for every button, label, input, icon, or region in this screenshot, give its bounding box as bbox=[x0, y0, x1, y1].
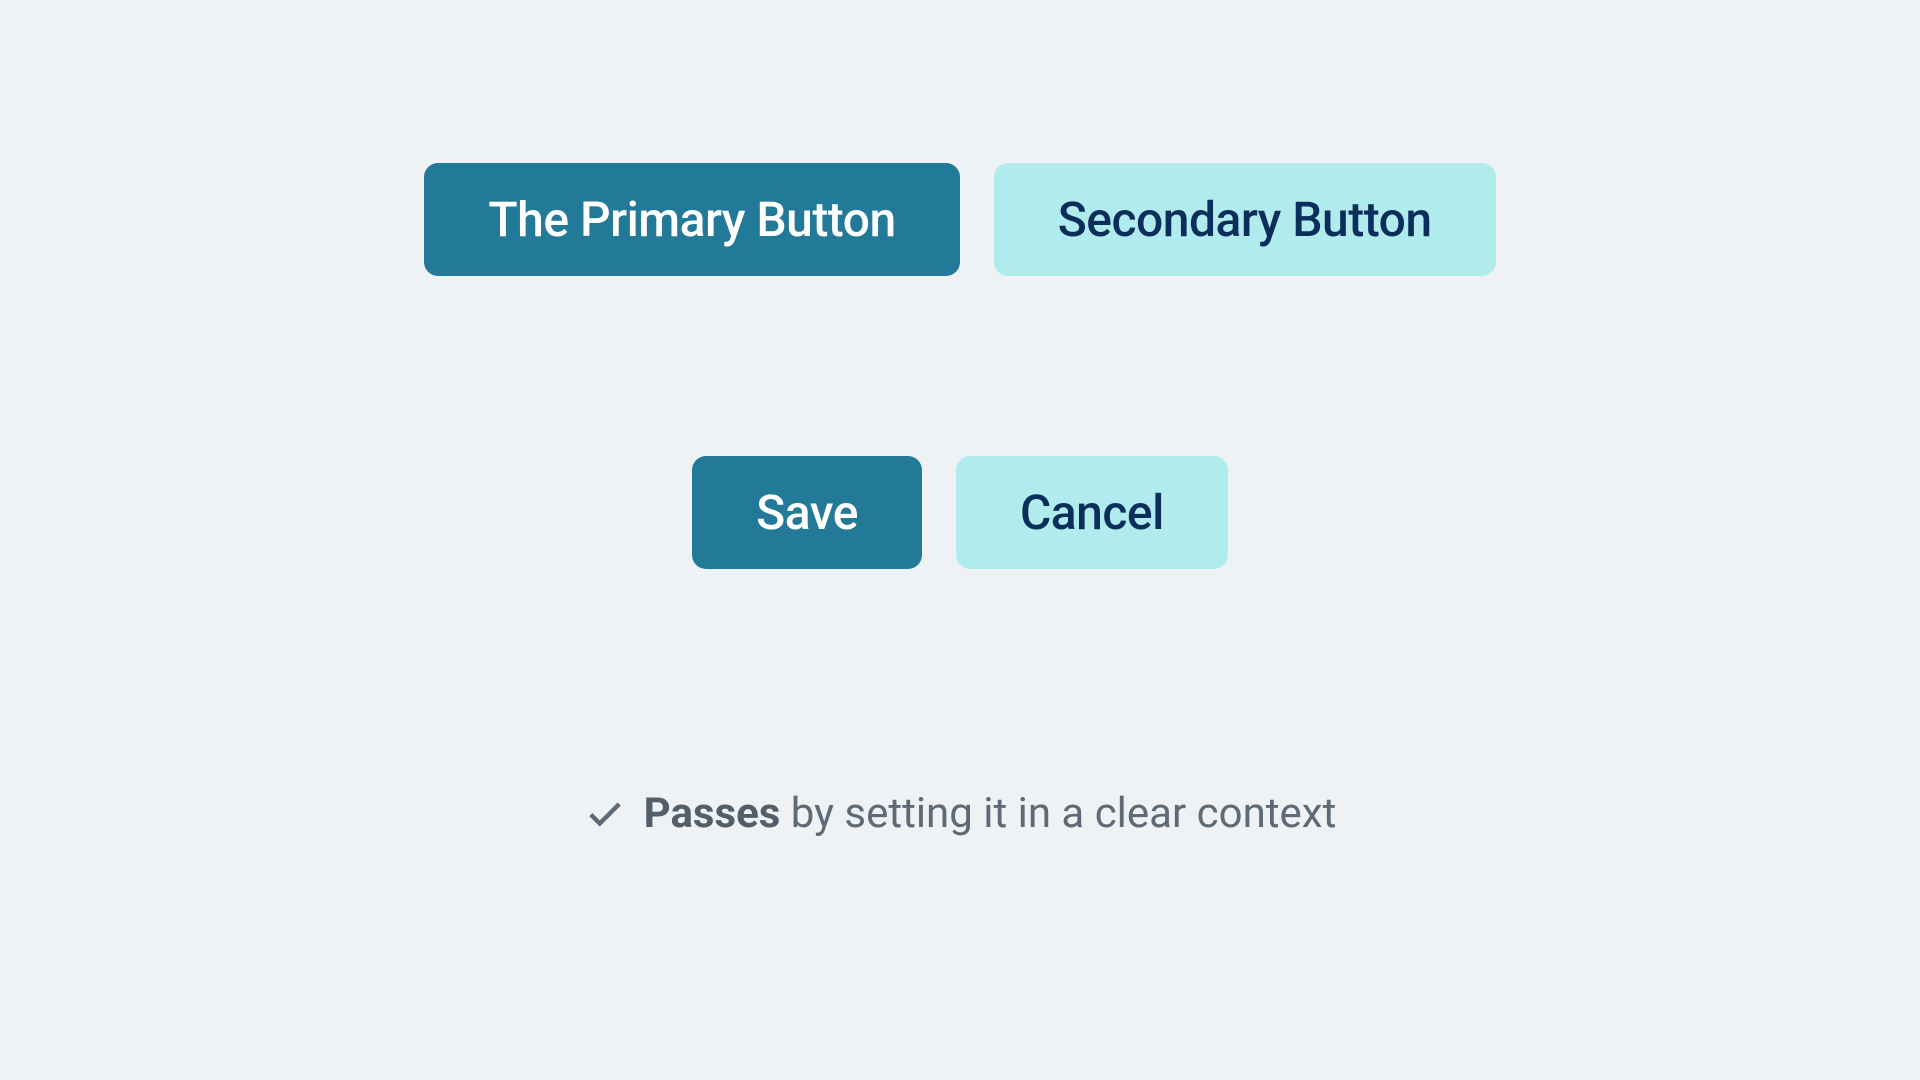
button-row-generic: The Primary Button Secondary Button bbox=[424, 163, 1495, 276]
caption-strong: Passes bbox=[644, 789, 781, 838]
check-icon bbox=[584, 792, 626, 834]
button-row-context: Save Cancel bbox=[692, 456, 1228, 569]
secondary-button-generic[interactable]: Secondary Button bbox=[994, 163, 1496, 276]
save-button[interactable]: Save bbox=[692, 456, 922, 569]
caption-rest: by setting it in a clear context bbox=[780, 789, 1336, 838]
primary-button-generic[interactable]: The Primary Button bbox=[424, 163, 959, 276]
caption: Passes by setting it in a clear context bbox=[584, 789, 1337, 838]
caption-text: Passes by setting it in a clear context bbox=[644, 789, 1337, 838]
cancel-button[interactable]: Cancel bbox=[956, 456, 1228, 569]
example-content: The Primary Button Secondary Button Save… bbox=[424, 163, 1495, 838]
